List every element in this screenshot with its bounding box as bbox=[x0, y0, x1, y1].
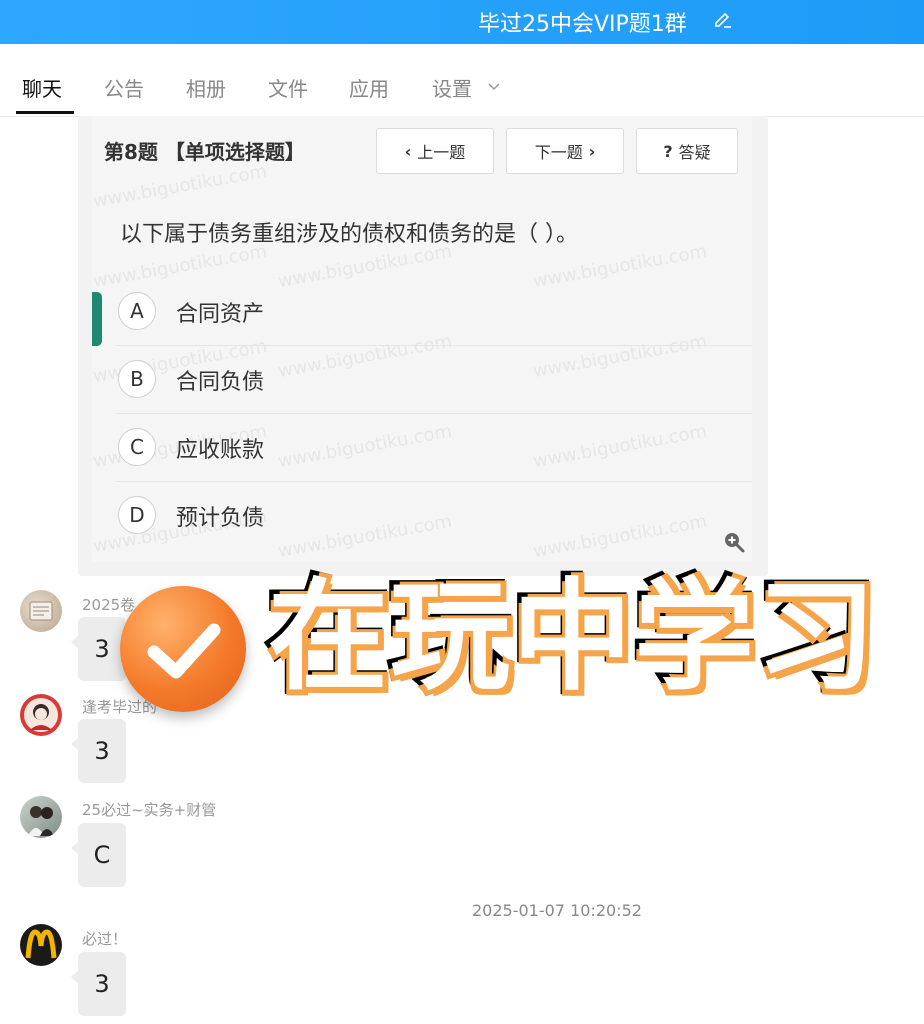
message-bubble[interactable]: 3 bbox=[71, 719, 126, 783]
option-a[interactable]: A 合同资产 bbox=[116, 278, 752, 346]
chevron-right-icon: › bbox=[588, 141, 596, 161]
tab-apps[interactable]: 应用 bbox=[349, 73, 389, 102]
tab-settings[interactable]: 设置 bbox=[432, 73, 472, 102]
checkmark-badge bbox=[120, 586, 246, 712]
option-text: 预计负债 bbox=[176, 506, 265, 531]
sender-name: 必过！ bbox=[82, 930, 128, 948]
group-header: 毕过25中会VIP题1群 bbox=[0, 0, 924, 44]
watermark: www.biguotiku.com bbox=[92, 160, 269, 213]
next-question-button[interactable]: 下一题 › bbox=[506, 128, 624, 174]
option-text: 合同资产 bbox=[176, 302, 265, 327]
message-bubble[interactable]: 3 bbox=[71, 952, 126, 1016]
next-question-label: 下一题 bbox=[534, 143, 583, 162]
message-timestamp: 2025-01-07 10:20:52 bbox=[472, 901, 642, 920]
option-letter: D bbox=[118, 496, 156, 534]
tab-files[interactable]: 文件 bbox=[268, 73, 308, 102]
active-tab-indicator bbox=[16, 111, 74, 114]
question-title: 第8题 【单项选择题】 bbox=[104, 140, 305, 164]
question-circle-icon: ? bbox=[663, 141, 673, 161]
avatar[interactable] bbox=[20, 796, 62, 838]
option-b[interactable]: B 合同负债 bbox=[116, 346, 752, 414]
promo-banner-text: 在玩中学习 bbox=[264, 568, 881, 707]
option-text: 合同负债 bbox=[176, 370, 265, 395]
chevron-down-icon[interactable] bbox=[487, 79, 501, 93]
edit-icon[interactable] bbox=[713, 10, 733, 30]
avatar[interactable] bbox=[20, 694, 62, 736]
message-bubble[interactable]: 3 bbox=[71, 617, 126, 681]
help-button[interactable]: ? 答疑 bbox=[636, 128, 738, 174]
question-text: 以下属于债务重组涉及的债权和债务的是（ ）。 bbox=[120, 222, 578, 247]
option-text: 应收账款 bbox=[176, 438, 265, 463]
option-letter: C bbox=[118, 428, 156, 466]
avatar[interactable] bbox=[20, 590, 62, 632]
tab-bar: 聊天 公告 相册 文件 应用 设置 bbox=[0, 44, 924, 117]
collapse-side-tab[interactable] bbox=[92, 292, 102, 346]
tab-album[interactable]: 相册 bbox=[186, 73, 226, 102]
avatar-image bbox=[24, 698, 58, 732]
sender-name: 25必过~实务+财管 bbox=[82, 801, 217, 819]
avatar[interactable] bbox=[20, 924, 62, 966]
tab-chat[interactable]: 聊天 bbox=[22, 73, 62, 102]
prev-question-label: 上一题 bbox=[417, 143, 466, 162]
checkmark-icon bbox=[147, 623, 221, 679]
group-title[interactable]: 毕过25中会VIP题1群 bbox=[478, 6, 687, 38]
tab-announcement[interactable]: 公告 bbox=[104, 73, 144, 102]
zoom-in-icon[interactable] bbox=[722, 530, 746, 554]
avatar-image bbox=[28, 806, 54, 836]
help-label: 答疑 bbox=[678, 143, 711, 162]
chevron-left-icon: ‹ bbox=[404, 141, 412, 161]
avatar-image bbox=[29, 601, 53, 621]
option-c[interactable]: C 应收账款 bbox=[116, 414, 752, 482]
option-letter: A bbox=[118, 292, 156, 330]
avatar-image bbox=[25, 929, 57, 959]
option-d[interactable]: D 预计负债 bbox=[116, 482, 752, 550]
prev-question-button[interactable]: ‹ 上一题 bbox=[376, 128, 494, 174]
message-bubble[interactable]: C bbox=[71, 823, 126, 887]
option-letter: B bbox=[118, 360, 156, 398]
